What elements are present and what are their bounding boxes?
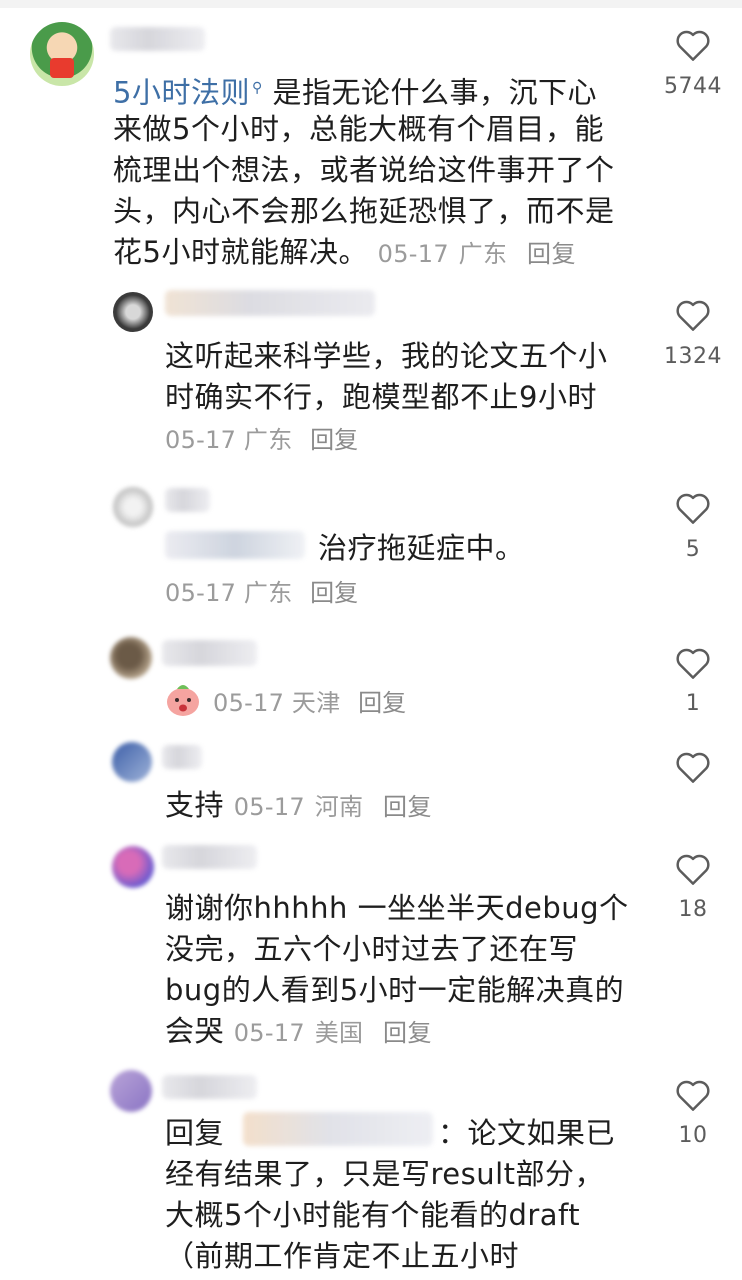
- heart-icon: [676, 1080, 710, 1111]
- like-button[interactable]: [673, 1078, 713, 1112]
- heart-icon: [676, 648, 710, 679]
- location: 广东: [243, 579, 293, 607]
- heart-icon: [676, 752, 710, 783]
- like-count: 5744: [664, 74, 722, 99]
- comment-text-last: 支持 05-17 河南 回复: [165, 788, 433, 822]
- comment-text: 没完，五六个小时过去了还在写: [165, 932, 579, 966]
- reply-button[interactable]: 回复: [383, 1019, 432, 1047]
- like-count: 5: [685, 537, 701, 562]
- like-button[interactable]: [673, 852, 713, 886]
- avatar[interactable]: [30, 22, 94, 86]
- username[interactable]: [165, 488, 210, 512]
- comment-text: 这听起来科学些，我的论文五个小: [165, 339, 608, 373]
- comment-meta: 05-17 广东 回复: [165, 578, 358, 608]
- avatar[interactable]: [110, 1070, 152, 1112]
- like-count: 1: [685, 691, 701, 716]
- reply-prefix: 回复: [165, 1116, 225, 1150]
- like-button[interactable]: [673, 646, 713, 680]
- comment-text-last: 会哭 05-17 美国 回复: [165, 1014, 433, 1048]
- timestamp: 05-17: [377, 240, 449, 268]
- username[interactable]: [165, 290, 375, 316]
- comment-text: ：论文如果已: [438, 1116, 616, 1150]
- location: 河南: [314, 793, 364, 821]
- location: 广东: [243, 426, 293, 454]
- like-count: 18: [678, 897, 708, 922]
- location: 美国: [314, 1019, 364, 1047]
- username[interactable]: [110, 27, 205, 51]
- comment-text-last: 花5小时就能解决。 05-17 广东 回复: [113, 235, 576, 269]
- comment-text: 头，内心不会那么拖延恐惧了，而不是: [113, 194, 615, 228]
- heart-icon: [676, 854, 710, 885]
- heart-icon: [676, 493, 710, 524]
- username[interactable]: [162, 845, 257, 869]
- location: 广东: [458, 240, 508, 268]
- avatar[interactable]: [113, 487, 153, 527]
- like-button[interactable]: [673, 491, 713, 525]
- comment-text: 回复: [165, 1113, 224, 1154]
- avatar[interactable]: [112, 742, 152, 782]
- heart-icon: [676, 300, 710, 331]
- like-count: 1324: [664, 344, 722, 369]
- reply-button[interactable]: 回复: [527, 240, 576, 268]
- reply-button[interactable]: 回复: [310, 579, 358, 607]
- heart-icon: [676, 30, 710, 61]
- username[interactable]: [162, 640, 257, 666]
- like-button[interactable]: [673, 298, 713, 332]
- timestamp: 05-17: [233, 793, 305, 821]
- timestamp: 05-17: [213, 689, 285, 717]
- comment-text: 谢谢你hhhhh 一坐坐半天debug个: [165, 891, 629, 925]
- timestamp: 05-17: [165, 579, 237, 607]
- like-button[interactable]: [673, 750, 713, 784]
- peach-face-sticker: [165, 683, 201, 717]
- reply-button[interactable]: 回复: [358, 689, 406, 717]
- mentioned-user[interactable]: [165, 531, 305, 559]
- username[interactable]: [162, 1075, 257, 1099]
- username[interactable]: [162, 745, 202, 769]
- like-button[interactable]: [673, 28, 713, 62]
- comment-text: 经有结果了，只是写result部分，: [165, 1157, 605, 1191]
- avatar[interactable]: [113, 292, 153, 332]
- comment-meta: 05-17 广东 回复: [165, 425, 358, 455]
- like-count: 10: [678, 1123, 708, 1148]
- comment-meta: 05-17 天津 回复: [213, 688, 406, 718]
- comment-text: 时确实不行，跑模型都不止9小时: [165, 380, 597, 414]
- timestamp: 05-17: [233, 1019, 305, 1047]
- search-icon[interactable]: ⚲: [252, 80, 263, 96]
- top-divider: [0, 0, 742, 8]
- mentioned-user[interactable]: [243, 1112, 433, 1146]
- comment-text: 5小时法则 ⚲ 是指无论什么事，沉下心: [113, 75, 597, 110]
- reply-button[interactable]: 回复: [383, 793, 432, 821]
- comment-text: bug的人看到5小时一定能解决真的: [165, 973, 625, 1007]
- comment-text: 来做5个小时，总能大概有个眉目，能: [113, 112, 604, 146]
- comment-text: 大概5个小时能有个能看的draft: [165, 1198, 581, 1232]
- avatar[interactable]: [112, 846, 154, 888]
- avatar[interactable]: [110, 637, 152, 679]
- comment-text: 梳理出个想法，或者说给这件事开了个: [113, 153, 615, 187]
- timestamp: 05-17: [165, 426, 237, 454]
- reply-button[interactable]: 回复: [310, 426, 358, 454]
- location: 天津: [291, 689, 341, 717]
- search-keyword-link[interactable]: 5小时法则: [113, 76, 250, 110]
- comment-text: （前期工作肯定不止五小时: [165, 1239, 520, 1273]
- comment-text: 治疗拖延症中。: [318, 531, 525, 565]
